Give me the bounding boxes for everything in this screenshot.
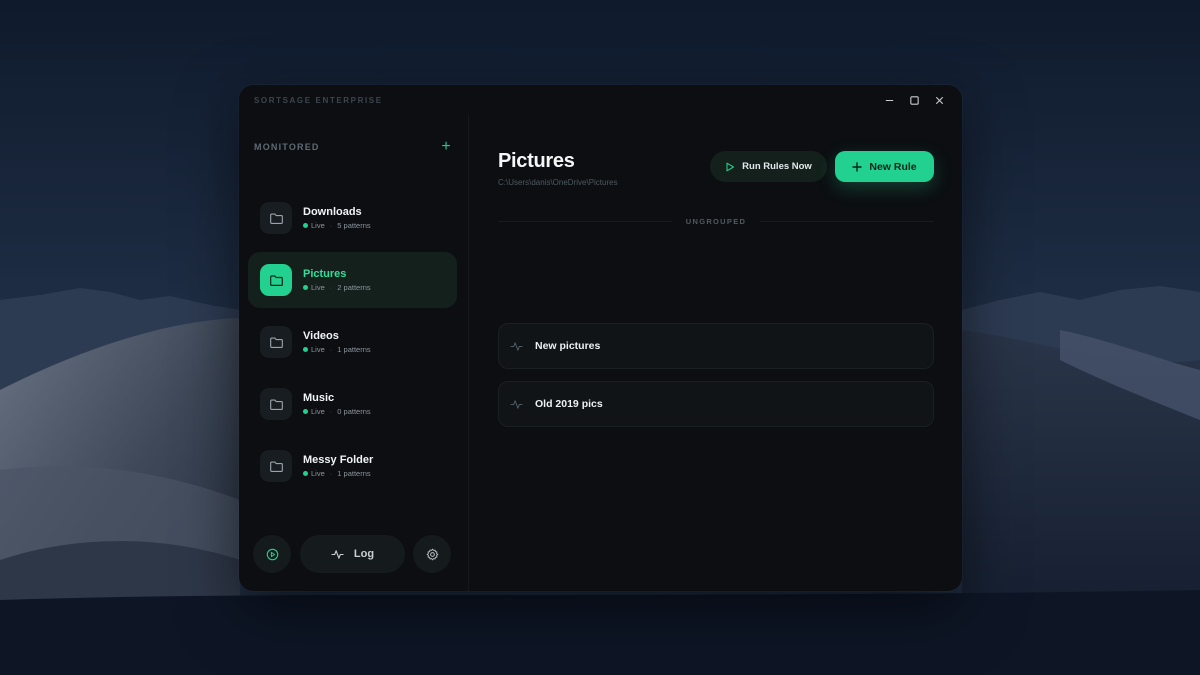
folder-patterns: 1 patterns xyxy=(337,345,371,354)
folder-item-videos[interactable]: Videos Live · 1 patterns xyxy=(248,314,457,370)
folder-item-music[interactable]: Music Live · 0 patterns xyxy=(248,376,457,432)
new-rule-label: New Rule xyxy=(869,160,917,173)
add-folder-button[interactable]: + xyxy=(438,139,454,155)
folder-name: Pictures xyxy=(303,268,347,280)
folder-status: Live xyxy=(311,283,325,292)
meta-separator: · xyxy=(329,221,333,230)
folder-icon xyxy=(260,264,292,296)
close-button[interactable] xyxy=(931,92,948,109)
rule-card[interactable]: New pictures xyxy=(498,323,934,369)
activity-icon xyxy=(510,341,523,351)
activity-icon xyxy=(331,549,344,559)
monitored-header: MONITORED + xyxy=(254,138,454,156)
activity-icon xyxy=(510,399,523,409)
group-divider: UNGROUPED xyxy=(498,215,934,227)
folder-item-downloads[interactable]: Downloads Live · 5 patterns xyxy=(248,190,457,246)
folder-patterns: 1 patterns xyxy=(337,469,371,478)
folder-icon xyxy=(260,326,292,358)
folder-status: Live xyxy=(311,407,325,416)
folder-name: Messy Folder xyxy=(303,454,374,466)
play-icon xyxy=(726,162,735,171)
meta-separator: · xyxy=(329,469,333,478)
divider-line xyxy=(760,220,934,222)
monitored-label: MONITORED xyxy=(254,142,320,152)
rule-name: New pictures xyxy=(535,340,601,352)
folder-item-pictures[interactable]: Pictures Live · 2 patterns xyxy=(248,252,457,308)
folder-icon xyxy=(260,450,292,482)
folder-icon xyxy=(260,388,292,420)
close-icon xyxy=(935,96,944,104)
folder-meta: Live · 5 patterns xyxy=(303,221,371,230)
log-label: Log xyxy=(353,548,375,560)
gear-icon xyxy=(426,548,438,560)
live-status-dot xyxy=(303,223,308,228)
sidebar: MONITORED + Downloads Live · 5 patterns xyxy=(239,115,469,591)
rule-name: Old 2019 pics xyxy=(535,398,603,410)
folder-name: Videos xyxy=(303,330,339,342)
folder-meta: Live · 0 patterns xyxy=(303,407,371,416)
window-controls xyxy=(881,92,948,109)
run-rules-now-button[interactable]: Run Rules Now xyxy=(710,151,827,182)
rule-card[interactable]: Old 2019 pics xyxy=(498,381,934,427)
minimize-button[interactable] xyxy=(881,92,898,109)
live-status-dot xyxy=(303,347,308,352)
maximize-icon xyxy=(910,95,919,105)
app-title: SORTSAGE ENTERPRISE xyxy=(254,95,383,105)
sidebar-footer: Log xyxy=(253,535,453,573)
run-watcher-button[interactable] xyxy=(253,535,291,573)
maximize-button[interactable] xyxy=(906,92,923,109)
live-status-dot xyxy=(303,285,308,290)
plus-icon xyxy=(852,161,863,172)
folder-meta: Live · 2 patterns xyxy=(303,283,371,292)
plus-icon: + xyxy=(441,138,451,155)
folder-status: Live xyxy=(311,221,325,230)
folder-meta: Live · 1 patterns xyxy=(303,345,371,354)
title-bar[interactable]: SORTSAGE ENTERPRISE xyxy=(239,85,962,115)
minimize-icon xyxy=(885,99,894,101)
new-rule-button[interactable]: New Rule xyxy=(835,151,934,182)
folder-patterns: 0 patterns xyxy=(337,407,371,416)
divider-line xyxy=(498,220,672,222)
meta-separator: · xyxy=(329,345,333,354)
settings-button[interactable] xyxy=(413,535,451,573)
folder-icon xyxy=(260,202,292,234)
log-button[interactable]: Log xyxy=(300,535,405,573)
live-status-dot xyxy=(303,409,308,414)
folder-meta: Live · 1 patterns xyxy=(303,469,373,478)
app-window: SORTSAGE ENTERPRISE MONITORED + Download… xyxy=(239,85,962,591)
page-title: Pictures xyxy=(498,150,575,172)
folder-status: Live xyxy=(311,345,325,354)
folder-name: Downloads xyxy=(303,206,362,218)
live-status-dot xyxy=(303,471,308,476)
group-label: UNGROUPED xyxy=(685,216,747,226)
main-panel: Pictures C:\Users\danis\OneDrive\Picture… xyxy=(469,115,962,591)
folder-name: Music xyxy=(303,392,335,404)
play-circle-icon xyxy=(266,548,278,560)
folder-status: Live xyxy=(311,469,325,478)
folder-item-messy-folder[interactable]: Messy Folder Live · 1 patterns xyxy=(248,438,457,494)
folder-patterns: 2 patterns xyxy=(337,283,371,292)
folder-patterns: 5 patterns xyxy=(337,221,371,230)
run-rules-label: Run Rules Now xyxy=(742,161,812,172)
meta-separator: · xyxy=(329,283,333,292)
meta-separator: · xyxy=(329,407,333,416)
folder-path: C:\Users\danis\OneDrive\Pictures xyxy=(498,178,618,187)
